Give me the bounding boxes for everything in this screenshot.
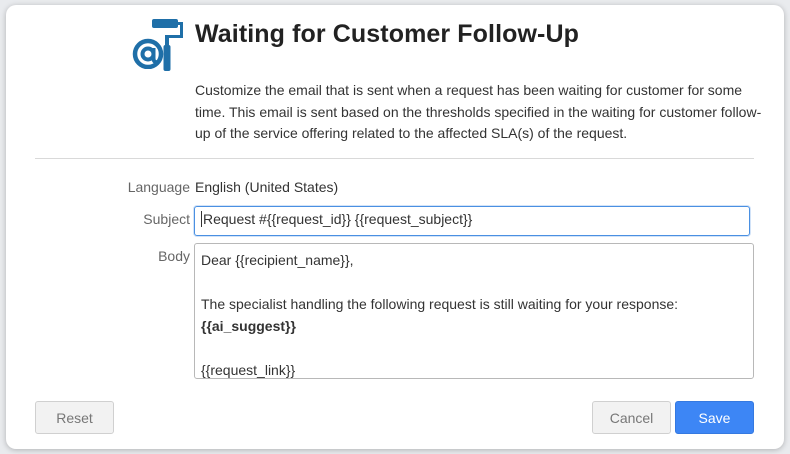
body-label: Body (158, 248, 190, 264)
subject-label: Subject (143, 211, 190, 227)
body-textarea[interactable]: Dear {{recipient_name}}, The specialist … (194, 243, 754, 379)
body-line: Dear {{recipient_name}}, (201, 252, 354, 268)
body-line-bold: {{ai_suggest}} (201, 318, 296, 334)
email-template-dialog: Waiting for Customer Follow-Up Customize… (6, 5, 784, 449)
page-title: Waiting for Customer Follow-Up (195, 20, 579, 48)
subject-input[interactable]: Request #{{request_id}} {{request_subjec… (194, 206, 750, 236)
email-template-roller-icon (128, 17, 190, 77)
page-description: Customize the email that is sent when a … (195, 82, 762, 141)
language-value: English (United States) (195, 179, 339, 195)
language-label: Language (127, 179, 190, 195)
body-line: {{request_link}} (201, 362, 296, 378)
body-line (201, 271, 747, 293)
reset-button[interactable]: Reset (35, 401, 114, 434)
text-caret (201, 211, 202, 227)
save-button[interactable]: Save (675, 401, 754, 434)
header-divider (35, 158, 754, 159)
subject-input-value: Request #{{request_id}} {{request_subjec… (203, 211, 473, 227)
body-line: The specialist handling the following re… (201, 296, 679, 312)
cancel-button[interactable]: Cancel (592, 401, 671, 434)
body-line (201, 337, 747, 359)
